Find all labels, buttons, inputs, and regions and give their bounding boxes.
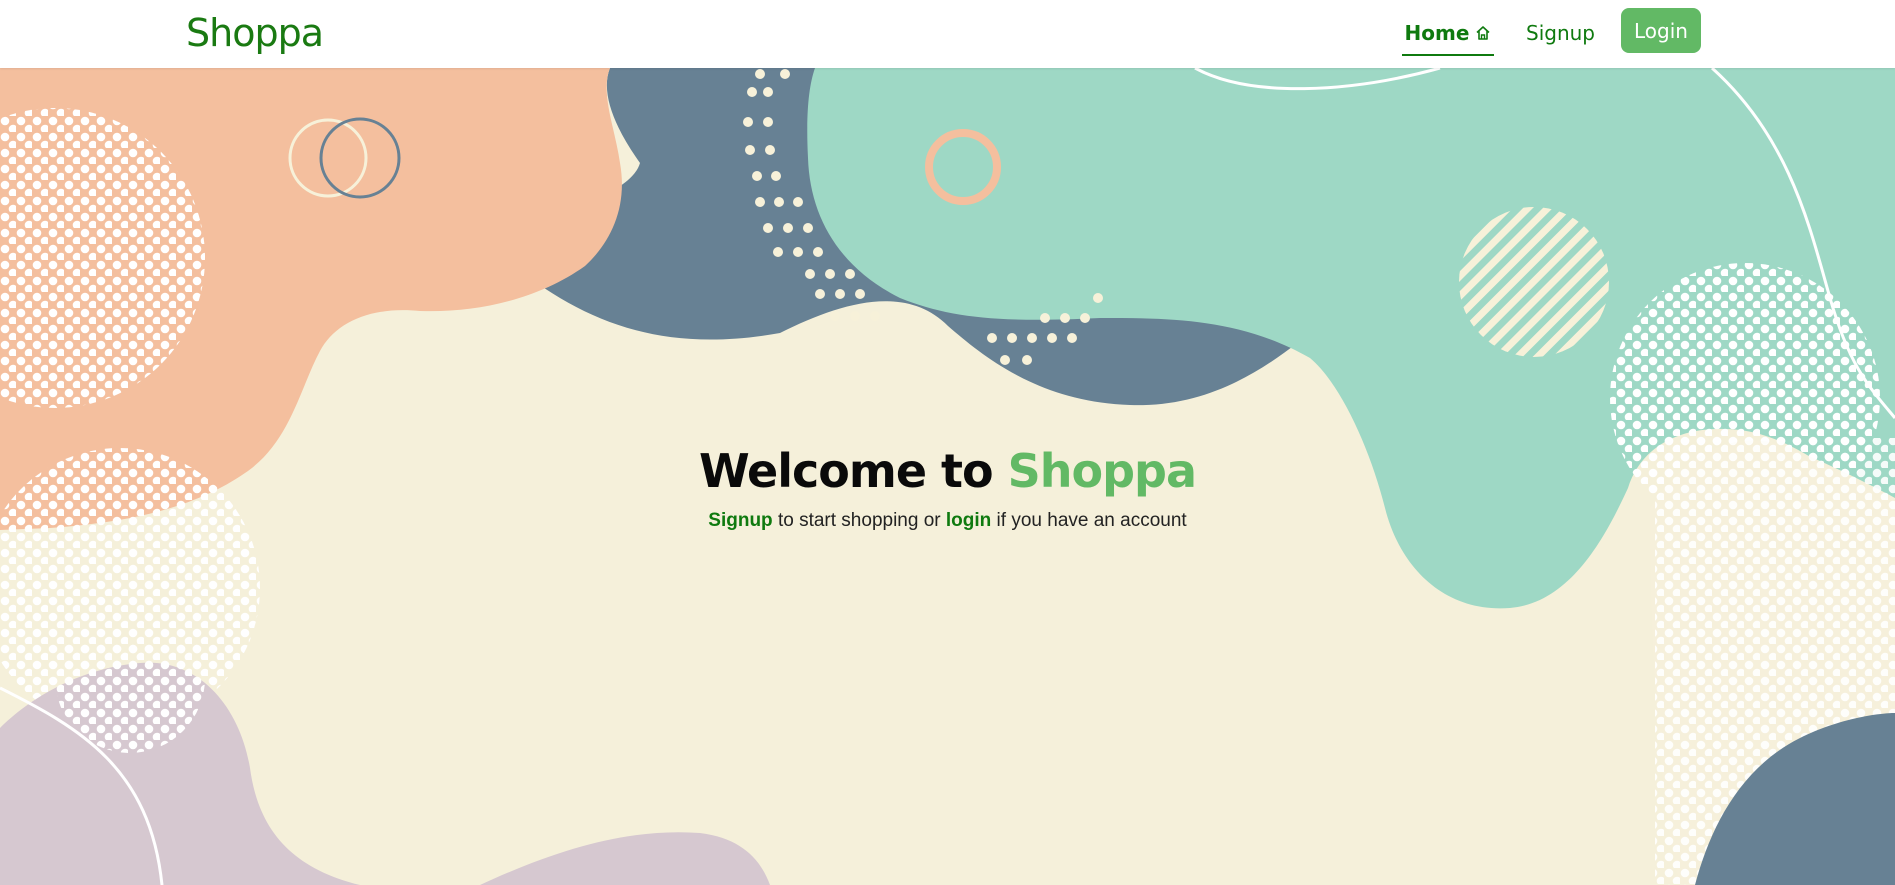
- nav-home-link[interactable]: Home: [1402, 12, 1494, 56]
- hero-subtitle: Signup to start shopping or login if you…: [0, 506, 1895, 536]
- striped-circle: [1459, 207, 1609, 357]
- hero-signup-link[interactable]: Signup: [708, 510, 772, 531]
- hero-title-prefix: Welcome to: [698, 444, 1008, 498]
- login-button[interactable]: Login: [1621, 8, 1701, 53]
- home-icon: [1475, 25, 1491, 41]
- hero-subtitle-middle: to start shopping or: [772, 510, 946, 531]
- hero-section: Welcome to Shoppa Signup to start shoppi…: [0, 436, 1895, 536]
- nav-signup-link[interactable]: Signup: [1514, 12, 1607, 54]
- nav-home-label: Home: [1404, 21, 1470, 45]
- top-navbar: Shoppa Home Signup Login: [0, 0, 1895, 68]
- hero-title: Welcome to Shoppa: [0, 436, 1895, 506]
- hero-title-brand: Shoppa: [1007, 444, 1197, 498]
- hero-login-link[interactable]: login: [946, 510, 991, 531]
- hero-subtitle-end: if you have an account: [991, 510, 1187, 531]
- brand-logo[interactable]: Shoppa: [186, 8, 324, 58]
